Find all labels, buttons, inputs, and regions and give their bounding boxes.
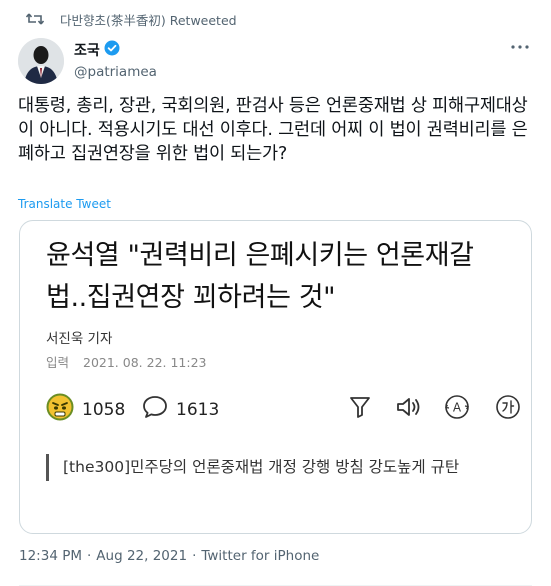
font-size-icon[interactable]: A [443,393,471,421]
comment-button[interactable]: 1613 [142,395,219,424]
author-handle[interactable]: @patriamea [74,64,157,80]
tweet-time[interactable]: 12:34 PM [19,548,82,564]
angry-face-icon [46,393,74,426]
angry-reaction[interactable]: 1058 [46,393,125,426]
angry-reaction-count: 1058 [82,399,126,420]
link-preview-card[interactable]: 윤석열 "권력비리 은폐시키는 언론재갈 법..집권연장 꾀하려는 것" 서진욱… [19,220,532,534]
audio-speaker-icon[interactable] [394,393,422,421]
tweet-meta: 12:34 PM · Aug 22, 2021 · Twitter for iP… [19,548,319,564]
card-date-value: 2021. 08. 22. 11:23 [83,355,207,370]
card-date-label: 입력 [46,355,70,370]
card-date-line: 입력 2021. 08. 22. 11:23 [46,352,207,371]
comment-icon [142,395,168,424]
summary-filter-icon[interactable] [346,393,374,421]
retweet-header: 다반향초(茶半香初) Retweeted [18,10,237,28]
tweet-date[interactable]: Aug 22, 2021 [96,548,187,564]
more-options-icon[interactable] [509,40,531,54]
comment-count: 1613 [176,399,220,420]
retweet-label[interactable]: 다반향초(茶半香初) Retweeted [60,10,237,29]
svg-text:A: A [453,401,462,415]
font-style-icon[interactable] [494,393,522,421]
meta-separator: · [87,548,92,564]
tweet-client[interactable]: Twitter for iPhone [201,548,319,564]
retweet-icon [24,12,46,26]
card-actions: 1058 1613 A [46,391,520,426]
avatar[interactable] [18,38,64,84]
tweet-text: 대통령, 총리, 장관, 국회의원, 판검사 등은 언론중재법 상 피해구제대상… [18,96,528,164]
card-reporter: 서진욱 기자 [46,331,113,347]
author-name[interactable]: 조국 [74,40,100,60]
card-subhead: [the300]민주당의 언론중재법 개정 강행 방침 강도높게 규탄 [46,454,523,481]
translate-tweet-link[interactable]: Translate Tweet [18,197,111,211]
verified-badge-icon [104,40,120,60]
meta-separator: · [192,548,197,564]
card-headline: 윤석열 "권력비리 은폐시키는 언론재갈 법..집권연장 꾀하려는 것" [46,240,474,313]
